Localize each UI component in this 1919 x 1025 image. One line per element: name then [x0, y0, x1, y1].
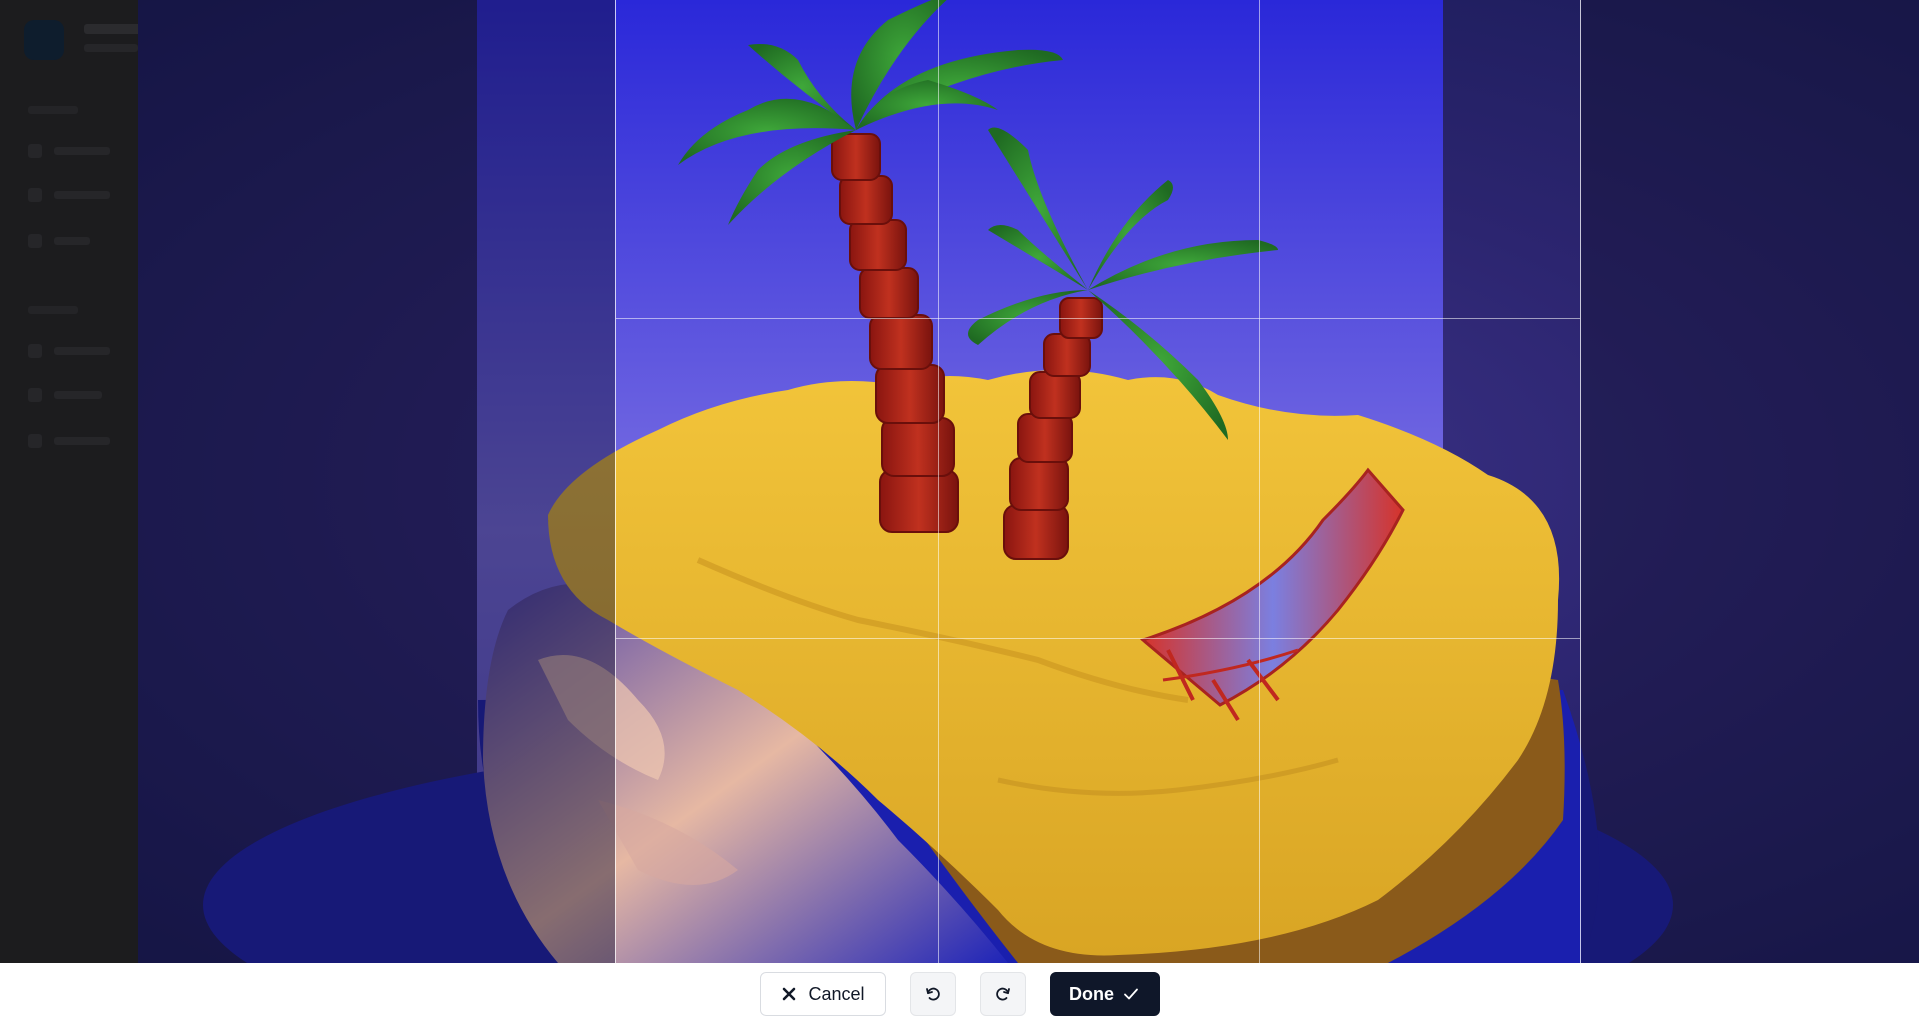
- sidebar-item: [28, 232, 138, 250]
- done-button-label: Done: [1069, 983, 1114, 1004]
- rotate-right-button[interactable]: [979, 972, 1026, 1016]
- sidebar-item: [28, 186, 138, 204]
- crop-toolbar: Cancel Done: [0, 963, 1919, 1025]
- crop-grid-line-horizontal: [616, 638, 1580, 639]
- app-subtitle-placeholder: [84, 44, 138, 52]
- close-icon: [780, 985, 798, 1003]
- sidebar-item: [28, 142, 138, 160]
- app-name-placeholder: [84, 24, 144, 34]
- crop-grid-line-vertical: [1259, 0, 1260, 963]
- cancel-button-label: Cancel: [808, 983, 865, 1004]
- cancel-button[interactable]: Cancel: [759, 972, 886, 1016]
- rotate-clockwise-icon: [994, 985, 1012, 1003]
- crop-canvas[interactable]: [138, 0, 1919, 963]
- done-button[interactable]: Done: [1049, 972, 1160, 1016]
- crop-grid-line-vertical: [938, 0, 939, 963]
- sidebar-item: [28, 342, 138, 360]
- crop-grid-line-horizontal: [616, 318, 1580, 319]
- sidebar-section-heading: [28, 306, 78, 314]
- rotate-counterclockwise-icon: [924, 985, 942, 1003]
- sidebar-section-heading: [28, 106, 78, 114]
- app-sidebar-dimmed: [0, 0, 144, 963]
- sidebar-item: [28, 386, 138, 404]
- rotate-left-button[interactable]: [909, 972, 956, 1016]
- sidebar-item: [28, 432, 138, 450]
- check-icon: [1122, 985, 1140, 1003]
- crop-frame[interactable]: [615, 0, 1581, 963]
- app-logo: [24, 20, 64, 60]
